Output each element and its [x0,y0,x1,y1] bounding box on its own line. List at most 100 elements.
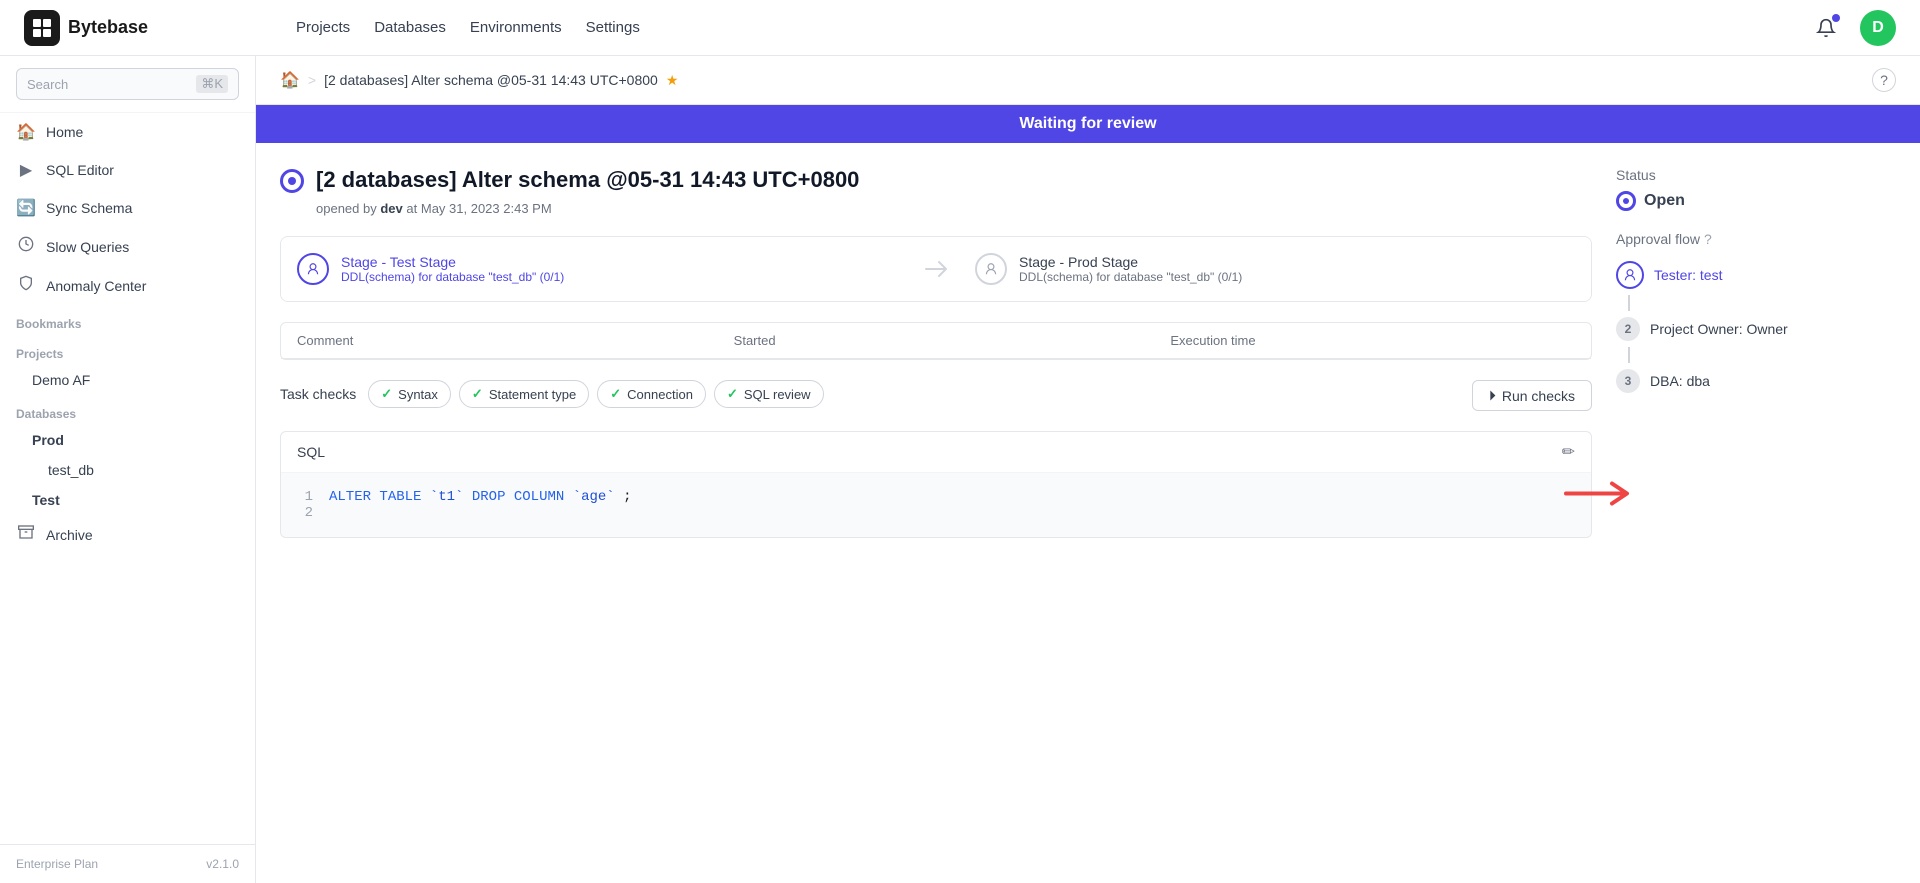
sql-section: SQL ✏ 1 ALTER TABLE `t1` DROP [280,431,1592,538]
open-dot [1623,198,1629,204]
favorite-icon[interactable]: ★ [666,72,679,89]
search-box[interactable]: Search ⌘K [16,68,239,100]
page-content: [2 databases] Alter schema @05-31 14:43 … [256,143,1920,883]
approval-section: Approval flow ? Tester: test [1616,231,1896,399]
sidebar-item-anomaly-center[interactable]: Anomaly Center [0,266,255,305]
check-sql-review-icon: ✓ [727,386,738,402]
sidebar-db-prod[interactable]: Prod [0,425,255,455]
issue-author: dev [380,201,402,216]
logo[interactable]: Bytebase [24,10,264,46]
sql-edit-button[interactable]: ✏ [1562,442,1575,462]
stage-name-test[interactable]: Stage - Test Stage [341,254,564,270]
sql-kw-alter: ALTER [329,489,371,505]
approval-step-1-name: Tester: test [1654,267,1722,283]
main-layout: Search ⌘K 🏠 Home ▶ SQL Editor 🔄 Sync Sch… [0,56,1920,883]
home-icon: 🏠 [16,122,36,142]
sidebar: Search ⌘K 🏠 Home ▶ SQL Editor 🔄 Sync Sch… [0,56,256,883]
issue-title: [2 databases] Alter schema @05-31 14:43 … [316,167,859,193]
sql-code-1: ALTER TABLE `t1` DROP COLUMN `age` ; [329,489,632,505]
stage-arrow-icon [921,254,951,284]
check-statement-type[interactable]: ✓ Statement type [459,380,589,408]
stage-info-test: Stage - Test Stage DDL(schema) for datab… [341,254,564,284]
archive-icon [16,524,36,545]
stage-desc-test[interactable]: DDL(schema) for database "test_db" (0/1) [341,270,564,284]
sidebar-project-demo-af[interactable]: Demo AF [0,365,255,395]
approval-step-3-name: DBA: dba [1650,373,1710,389]
run-checks-button[interactable]: ⏵ Run checks [1472,380,1592,411]
anomaly-icon [16,275,36,296]
approval-step-2-name: Project Owner: Owner [1650,321,1788,337]
sidebar-item-sql-editor[interactable]: ▶ SQL Editor [0,151,255,189]
sidebar-footer: Enterprise Plan v2.1.0 [0,844,255,883]
table-col-started: Started [718,323,1155,358]
sidebar-item-archive[interactable]: Archive [0,515,255,554]
stage-icon-prod [975,253,1007,285]
approval-help-icon[interactable]: ? [1704,231,1712,247]
step-2-num: 2 [1616,317,1640,341]
check-syntax-icon: ✓ [381,386,392,402]
sidebar-item-label: Home [46,124,83,140]
task-checks-badges: ✓ Syntax ✓ Statement type ✓ Connection [368,380,823,408]
sql-section-wrapper: SQL ✏ 1 ALTER TABLE `t1` DROP [280,431,1592,538]
databases-section: Databases [0,395,255,425]
topnav: Bytebase Projects Databases Environments… [0,0,1920,56]
sidebar-item-home[interactable]: 🏠 Home [0,113,255,151]
red-arrow-indicator [1562,478,1642,513]
issue-status-dot [288,177,296,185]
stage-desc-prod: DDL(schema) for database "test_db" (0/1) [1019,270,1242,284]
issue-date: May 31, 2023 2:43 PM [421,201,552,216]
sidebar-item-label: Anomaly Center [46,278,146,294]
sql-header: SQL ✏ [281,432,1591,473]
task-checks-row: Task checks ✓ Syntax ✓ Statement type ✓ [280,380,1592,411]
issue-meta: opened by dev at May 31, 2023 2:43 PM [316,201,1592,216]
logo-icon [24,10,60,46]
sql-label: SQL [297,444,325,460]
sidebar-item-label: Sync Schema [46,200,132,216]
approval-flow-label: Approval flow ? [1616,231,1896,247]
stage-prod: Stage - Prod Stage DDL(schema) for datab… [959,237,1591,301]
approval-connector-1 [1628,295,1630,311]
breadcrumb: 🏠 > [2 databases] Alter schema @05-31 14… [256,56,1920,105]
issue-status-icon [280,169,304,193]
status-label: Status [1616,167,1896,183]
plan-label: Enterprise Plan [16,857,98,871]
sql-editor-icon: ▶ [16,160,36,180]
issue-header: [2 databases] Alter schema @05-31 14:43 … [280,167,1592,193]
check-connection[interactable]: ✓ Connection [597,380,706,408]
nav-environments[interactable]: Environments [470,19,562,36]
check-syntax[interactable]: ✓ Syntax [368,380,451,408]
table-header: Comment Started Execution time [281,323,1591,359]
nav-settings[interactable]: Settings [586,19,640,36]
home-breadcrumb-icon[interactable]: 🏠 [280,70,300,90]
nav-projects[interactable]: Projects [296,19,350,36]
status-open-text: Open [1644,192,1685,210]
sidebar-db-test[interactable]: Test [0,485,255,515]
approval-step-2: 2 Project Owner: Owner [1616,311,1896,347]
status-open: Open [1616,191,1896,211]
table-col-execution-time: Execution time [1154,323,1591,358]
nav-links: Projects Databases Environments Settings [296,19,1776,36]
nav-databases[interactable]: Databases [374,19,446,36]
left-panel: [2 databases] Alter schema @05-31 14:43 … [280,167,1592,859]
version-label: v2.1.0 [206,857,239,871]
user-avatar[interactable]: D [1860,10,1896,46]
sidebar-item-slow-queries[interactable]: Slow Queries [0,227,255,266]
status-section: Status Open [1616,167,1896,211]
status-banner: Waiting for review [256,105,1920,143]
approval-step-3: 3 DBA: dba [1616,363,1896,399]
logo-text: Bytebase [68,17,148,38]
bookmarks-section: Bookmarks [0,305,255,335]
breadcrumb-current: [2 databases] Alter schema @05-31 14:43 … [324,72,658,88]
check-sql-review[interactable]: ✓ SQL review [714,380,824,408]
notification-dot [1832,14,1840,22]
sql-table-name: `t1` [430,489,464,505]
sidebar-item-sync-schema[interactable]: 🔄 Sync Schema [0,189,255,227]
sql-line-2: 2 [297,505,1575,521]
projects-section: Projects [0,335,255,365]
notifications-button[interactable] [1808,10,1844,46]
approval-flow-steps: Tester: test 2 Project Owner: Owner 3 DB [1616,255,1896,399]
slow-queries-icon [16,236,36,257]
sidebar-db-test-db[interactable]: test_db [0,455,255,485]
help-button[interactable]: ? [1872,68,1896,92]
run-checks-label: Run checks [1502,388,1575,404]
